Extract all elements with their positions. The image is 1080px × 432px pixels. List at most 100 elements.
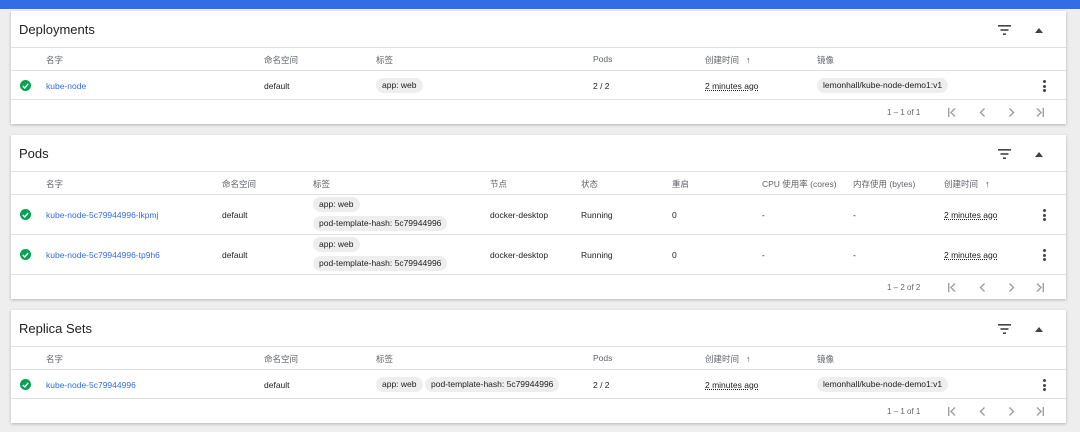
more-vert-icon[interactable] xyxy=(1040,248,1048,262)
chevron-right-icon[interactable] xyxy=(1005,281,1017,293)
filter-icon[interactable] xyxy=(996,22,1012,38)
pods-table-header: 名字 命名空间 标签 节点 状态 重启 CPU 使用率 (cores) 内存使用… xyxy=(11,172,1066,195)
check-circle-icon xyxy=(20,379,31,390)
col-labels: 标签 xyxy=(313,179,331,189)
table-row: kube-node-5c79944996-tp9h6 default app: … xyxy=(11,235,1066,275)
col-pods: Pods xyxy=(593,54,613,64)
table-row: kube-node default app: web 2 / 2 2 minut… xyxy=(11,71,1066,100)
chevron-left-icon[interactable] xyxy=(976,281,988,293)
arrow-up-icon[interactable]: ↑ xyxy=(746,55,751,65)
col-restarts: 重启 xyxy=(672,179,690,189)
col-labels: 标签 xyxy=(376,354,394,364)
memory-value: - xyxy=(853,210,856,220)
col-status: 状态 xyxy=(581,179,599,189)
first-page-icon[interactable] xyxy=(947,405,959,417)
page-range: 1 – 1 of 1 xyxy=(887,108,921,117)
col-namespace: 命名空间 xyxy=(222,179,257,189)
col-name[interactable]: 名字 xyxy=(46,353,63,365)
last-page-icon[interactable] xyxy=(1033,281,1045,293)
created-time[interactable]: 2 minutes ago xyxy=(705,81,758,91)
image-chip: lemonhall/kube-node-demo1:v1 xyxy=(817,377,949,392)
namespace-value: default xyxy=(222,250,248,260)
check-circle-icon xyxy=(20,249,31,260)
status-value: Running xyxy=(581,250,613,260)
chevron-right-icon[interactable] xyxy=(1005,106,1017,118)
chevron-left-icon[interactable] xyxy=(976,405,988,417)
col-name[interactable]: 名字 xyxy=(46,178,63,190)
table-row: kube-node-5c79944996 default app: web po… xyxy=(11,370,1066,399)
pods-title: Pods xyxy=(19,146,49,161)
pods-card: Pods 名字 命名空间 标签 节点 状态 重启 CPU 使用率 (cores)… xyxy=(11,135,1066,299)
col-labels: 标签 xyxy=(376,55,394,65)
deployments-table-header: 名字 命名空间 标签 Pods 创建时间 ↑ 镜像 xyxy=(11,48,1066,71)
check-circle-icon xyxy=(20,80,31,91)
col-images: 镜像 xyxy=(817,354,835,364)
chevron-up-icon[interactable] xyxy=(1031,146,1047,162)
col-name[interactable]: 名字 xyxy=(46,54,63,66)
label-chip: pod-template-hash: 5c79944996 xyxy=(313,216,448,231)
col-created-label: 创建时间 xyxy=(705,354,740,364)
pods-header: Pods xyxy=(11,135,1066,172)
filter-icon[interactable] xyxy=(996,146,1012,162)
col-pods: Pods xyxy=(593,353,613,363)
more-vert-icon[interactable] xyxy=(1040,378,1048,392)
last-page-icon[interactable] xyxy=(1033,106,1045,118)
deployments-card: Deployments 名字 命名空间 标签 Pods 创建时间 ↑ 镜像 kub… xyxy=(11,11,1066,124)
namespace-value: default xyxy=(222,210,248,220)
col-created[interactable]: 创建时间 ↑ xyxy=(944,178,990,190)
namespace-value: default xyxy=(264,81,290,91)
col-cpu: CPU 使用率 (cores) xyxy=(762,179,837,189)
replicasets-card: Replica Sets 名字 命名空间 标签 Pods 创建时间 ↑ 镜像 ku… xyxy=(11,310,1066,423)
page-range: 1 – 1 of 1 xyxy=(887,407,921,416)
restarts-value: 0 xyxy=(672,210,677,220)
col-created[interactable]: 创建时间 ↑ xyxy=(705,54,751,66)
label-chip: pod-template-hash: 5c79944996 xyxy=(425,377,560,392)
deployments-header: Deployments xyxy=(11,11,1066,48)
label-chip: app: web xyxy=(313,197,360,212)
cpu-value: - xyxy=(762,210,765,220)
replicasets-title: Replica Sets xyxy=(19,321,92,336)
replicasets-header: Replica Sets xyxy=(11,310,1066,347)
check-circle-icon xyxy=(20,209,31,220)
col-node: 节点 xyxy=(490,179,508,189)
replicaset-name-link[interactable]: kube-node-5c79944996 xyxy=(46,380,136,390)
pod-name-link[interactable]: kube-node-5c79944996-lkpmj xyxy=(46,210,158,220)
chevron-up-icon[interactable] xyxy=(1031,22,1047,38)
arrow-up-icon[interactable]: ↑ xyxy=(746,354,751,364)
cpu-value: - xyxy=(762,250,765,260)
status-value: Running xyxy=(581,210,613,220)
replicasets-paginator: 1 – 1 of 1 xyxy=(11,399,1066,423)
col-namespace: 命名空间 xyxy=(264,354,299,364)
more-vert-icon[interactable] xyxy=(1040,208,1048,222)
chevron-right-icon[interactable] xyxy=(1005,405,1017,417)
first-page-icon[interactable] xyxy=(947,106,959,118)
image-chip: lemonhall/kube-node-demo1:v1 xyxy=(817,78,949,93)
created-time[interactable]: 2 minutes ago xyxy=(944,250,997,260)
deployments-paginator: 1 – 1 of 1 xyxy=(11,100,1066,124)
col-created[interactable]: 创建时间 ↑ xyxy=(705,353,751,365)
replicasets-table-header: 名字 命名空间 标签 Pods 创建时间 ↑ 镜像 xyxy=(11,347,1066,370)
node-value: docker-desktop xyxy=(490,250,549,260)
last-page-icon[interactable] xyxy=(1033,405,1045,417)
filter-icon[interactable] xyxy=(996,321,1012,337)
first-page-icon[interactable] xyxy=(947,281,959,293)
deployment-name-link[interactable]: kube-node xyxy=(46,81,86,91)
col-created-label: 创建时间 xyxy=(944,179,979,189)
node-value: docker-desktop xyxy=(490,210,549,220)
created-time[interactable]: 2 minutes ago xyxy=(944,210,997,220)
restarts-value: 0 xyxy=(672,250,677,260)
more-vert-icon[interactable] xyxy=(1040,79,1048,93)
pod-name-link[interactable]: kube-node-5c79944996-tp9h6 xyxy=(46,250,160,260)
top-app-bar xyxy=(0,0,1080,9)
label-chip: app: web xyxy=(313,237,360,252)
memory-value: - xyxy=(853,250,856,260)
label-chip: app: web xyxy=(376,377,423,392)
pods-value: 2 / 2 xyxy=(593,81,610,91)
created-time[interactable]: 2 minutes ago xyxy=(705,380,758,390)
pods-paginator: 1 – 2 of 2 xyxy=(11,275,1066,299)
chevron-up-icon[interactable] xyxy=(1031,321,1047,337)
chevron-left-icon[interactable] xyxy=(976,106,988,118)
arrow-up-icon[interactable]: ↑ xyxy=(985,179,990,189)
col-memory: 内存使用 (bytes) xyxy=(853,179,916,189)
col-created-label: 创建时间 xyxy=(705,55,740,65)
